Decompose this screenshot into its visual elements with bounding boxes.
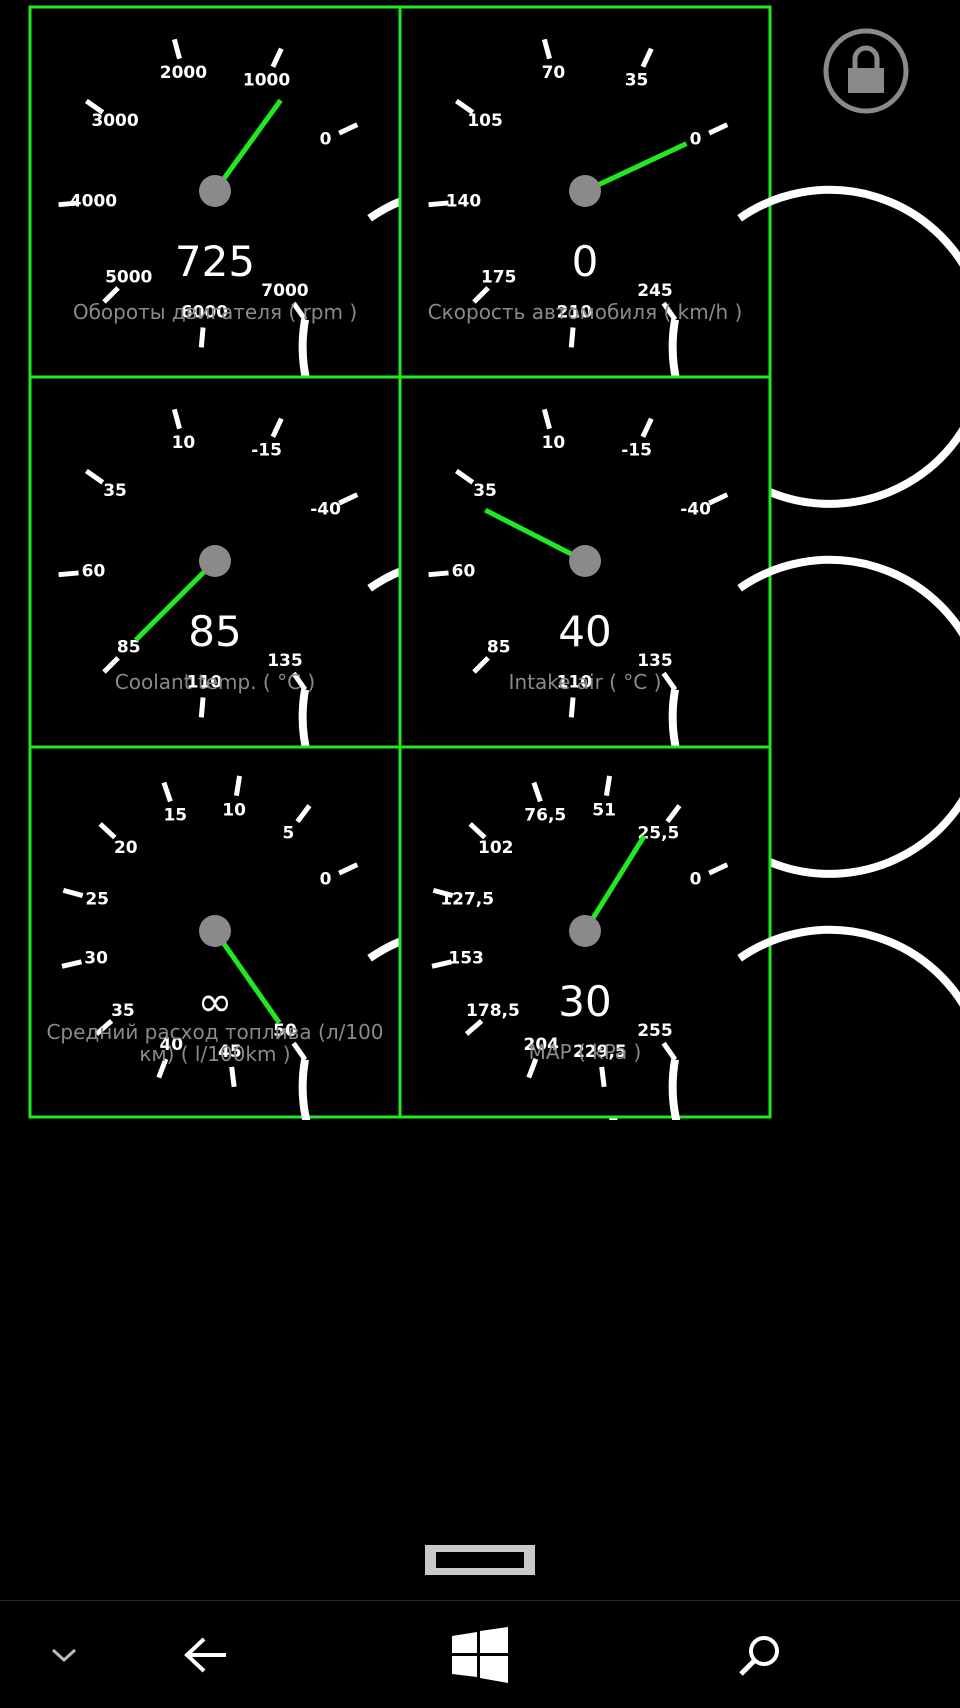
windows-icon (452, 1626, 508, 1683)
tick-label: 10 (172, 433, 196, 453)
tick-label: 127,5 (440, 889, 494, 909)
tick-label: 15 (163, 806, 187, 826)
page-indicator[interactable] (425, 1545, 535, 1575)
tick-label: 175 (481, 267, 517, 287)
back-arrow-icon (184, 1637, 226, 1672)
tick-label: 7000 (261, 281, 308, 301)
needle-hub (569, 915, 601, 947)
gauge-value: 725 (175, 237, 255, 286)
major-tick (568, 697, 576, 718)
major-tick (603, 775, 613, 797)
gauge-grid: 01000200030004000500060007000725Обороты … (28, 5, 960, 1120)
home-button[interactable] (440, 1601, 520, 1708)
major-tick (568, 327, 576, 348)
tick-label: 2000 (160, 63, 207, 83)
needle-hub (569, 545, 601, 577)
gauge-caption: Обороты двигателя ( rpm ) (73, 300, 357, 324)
tick-label: 245 (637, 281, 673, 301)
lock-icon (823, 28, 909, 114)
needle-hub (199, 915, 231, 947)
gauge-value: ∞ (198, 977, 233, 1026)
gauge-caption: MAP ( kPa ) (529, 1040, 642, 1064)
tick-label: 140 (446, 192, 482, 212)
tick-label: 0 (690, 869, 702, 889)
tick-label: 35 (103, 481, 127, 501)
back-button[interactable] (170, 1601, 240, 1708)
major-tick (198, 327, 206, 348)
tick-label: 10 (222, 801, 246, 821)
search-icon (739, 1635, 779, 1676)
gauge-value: 0 (572, 237, 599, 286)
major-tick (229, 1066, 237, 1088)
tick-label: 76,5 (524, 806, 566, 826)
tick-label: 35 (473, 481, 497, 501)
gauge-value: 40 (558, 607, 611, 656)
major-tick (58, 570, 79, 578)
tick-label: 178,5 (466, 1001, 520, 1021)
tick-label: 5000 (105, 267, 152, 287)
tick-label: 1000 (243, 70, 290, 90)
tick-label: 60 (452, 562, 476, 582)
tick-label: 70 (542, 63, 566, 83)
system-navigation-bar (0, 1600, 960, 1708)
tick-label: 3000 (91, 111, 138, 131)
tick-label: -40 (680, 499, 711, 519)
tick-label: 0 (690, 129, 702, 149)
tick-label: 135 (637, 651, 673, 671)
chevron-down-icon (51, 1648, 77, 1662)
chevron-down-button[interactable] (34, 1601, 94, 1708)
tick-label: 60 (82, 562, 106, 582)
tick-label: 0 (320, 869, 332, 889)
gauge-caption: Intake air ( °C ) (509, 670, 662, 694)
gauge-map[interactable]: 025,55176,5102127,5153178,5204 229,525530… (398, 745, 960, 1120)
tick-label: 105 (467, 111, 503, 131)
tick-label: 5 (282, 824, 294, 844)
tick-label: 4000 (70, 192, 117, 212)
tick-label: 102 (478, 838, 514, 858)
search-button[interactable] (725, 1601, 795, 1708)
major-tick (198, 697, 206, 718)
tick-label: 51 (592, 801, 616, 821)
major-tick (428, 570, 449, 578)
tick-label: 135 (267, 651, 303, 671)
tick-label: 30 (84, 948, 108, 968)
tick-label: 25 (85, 889, 109, 909)
gauge-value: 85 (188, 607, 241, 656)
major-tick (233, 775, 243, 797)
tick-label: 35 (625, 70, 649, 90)
tick-label: 35 (111, 1001, 135, 1021)
gauge-value: 30 (558, 977, 611, 1026)
needle-hub (569, 175, 601, 207)
tick-label: -15 (621, 440, 652, 460)
tick-label: 20 (114, 838, 138, 858)
tick-label: -15 (251, 440, 282, 460)
tick-label: -40 (310, 499, 341, 519)
tick-label: 153 (448, 948, 484, 968)
gauge-caption: км) ( l/100km ) (139, 1042, 290, 1066)
major-tick (599, 1066, 607, 1088)
tick-label: 0 (320, 129, 332, 149)
tick-label: 85 (487, 637, 511, 657)
gauge-caption: Coolant temp. ( °C ) (115, 670, 315, 694)
tick-label: 255 (637, 1021, 673, 1041)
needle-hub (199, 175, 231, 207)
tick-label: 10 (542, 433, 566, 453)
gauge-caption: Скорость автомобиля ( km/h ) (428, 300, 743, 324)
gauge-caption: Средний расход топлива (л/100 (46, 1020, 383, 1044)
lock-button[interactable] (822, 27, 910, 115)
needle-hub (199, 545, 231, 577)
